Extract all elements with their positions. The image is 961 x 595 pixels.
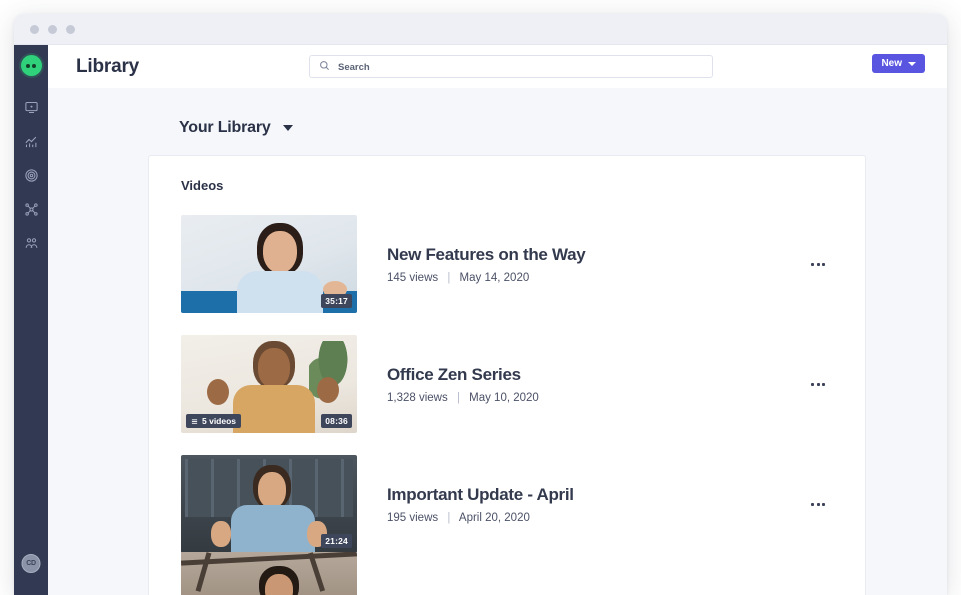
sidebar-item-team[interactable] xyxy=(17,228,45,258)
target-spiral-icon xyxy=(24,168,39,183)
section-title: Videos xyxy=(181,178,865,193)
mascot-eye-left xyxy=(26,64,30,68)
video-views: 195 views xyxy=(387,512,438,524)
screen-record-icon xyxy=(24,100,39,115)
video-list-item[interactable]: 5 videos 08:36 Office Zen Series 1,328 v… xyxy=(149,335,865,433)
search-input[interactable] xyxy=(338,61,703,73)
sidebar-item-analytics[interactable] xyxy=(17,126,45,156)
video-more-options-button[interactable] xyxy=(805,373,831,395)
video-views: 145 views xyxy=(387,272,438,284)
video-thumbnail[interactable] xyxy=(181,552,357,595)
video-subtitle: 195 views | April 20, 2020 xyxy=(387,512,805,524)
main-content: Your Library Videos 35:17 New Features o… xyxy=(48,88,947,595)
account-avatar[interactable]: CD xyxy=(22,554,41,573)
video-date: April 20, 2020 xyxy=(459,512,530,524)
playlist-icon xyxy=(191,418,198,425)
app-header: Library New xyxy=(48,45,947,88)
video-list-item-partial[interactable] xyxy=(181,552,357,595)
chevron-down-icon xyxy=(908,62,916,66)
video-subtitle: 1,328 views | May 10, 2020 xyxy=(387,392,805,404)
video-more-options-button[interactable] xyxy=(805,253,831,275)
search-bar[interactable] xyxy=(309,55,713,78)
sidebar-item-record[interactable] xyxy=(17,92,45,122)
app-window: CD Library New Your Library Videos xyxy=(14,14,947,595)
video-more-options-button[interactable] xyxy=(805,493,831,515)
video-date: May 14, 2020 xyxy=(460,272,530,284)
network-nodes-icon xyxy=(24,202,39,217)
new-button[interactable]: New xyxy=(872,54,925,73)
video-list-item[interactable]: 21:24 Important Update - April 195 views… xyxy=(149,455,865,553)
duration-badge: 21:24 xyxy=(321,534,352,548)
brand-mascot-logo[interactable] xyxy=(21,55,42,76)
maximize-window-dot[interactable] xyxy=(66,25,75,34)
video-thumbnail[interactable]: 21:24 xyxy=(181,455,357,553)
close-window-dot[interactable] xyxy=(30,25,39,34)
search-icon xyxy=(319,58,330,76)
analytics-chart-icon xyxy=(24,134,39,149)
meta-separator: | xyxy=(457,392,460,404)
series-count-badge: 5 videos xyxy=(186,414,241,428)
video-meta: Office Zen Series 1,328 views | May 10, … xyxy=(387,365,805,404)
video-title[interactable]: Important Update - April xyxy=(387,485,805,505)
library-selector[interactable]: Your Library xyxy=(179,119,293,137)
video-date: May 10, 2020 xyxy=(469,392,539,404)
minimize-window-dot[interactable] xyxy=(48,25,57,34)
window-titlebar xyxy=(14,14,947,45)
page-title: Library xyxy=(76,56,139,78)
mascot-eye-right xyxy=(32,64,36,68)
chevron-down-icon xyxy=(283,125,293,131)
video-title[interactable]: New Features on the Way xyxy=(387,245,805,265)
video-list-item[interactable]: 35:17 New Features on the Way 145 views … xyxy=(149,215,865,313)
video-meta: Important Update - April 195 views | Apr… xyxy=(387,485,805,524)
video-thumbnail[interactable]: 35:17 xyxy=(181,215,357,313)
video-subtitle: 145 views | May 14, 2020 xyxy=(387,272,805,284)
new-button-label: New xyxy=(881,58,902,69)
video-title[interactable]: Office Zen Series xyxy=(387,365,805,385)
sidebar-item-integrations[interactable] xyxy=(17,194,45,224)
duration-badge: 08:36 xyxy=(321,414,352,428)
thumbnail-image xyxy=(181,552,357,595)
left-sidebar: CD xyxy=(14,45,48,595)
videos-card: Videos 35:17 New Features on the Way 145… xyxy=(148,155,866,595)
sidebar-item-engage[interactable] xyxy=(17,160,45,190)
library-selector-label: Your Library xyxy=(179,119,271,137)
video-meta: New Features on the Way 145 views | May … xyxy=(387,245,805,284)
series-count-label: 5 videos xyxy=(202,416,236,426)
team-people-icon xyxy=(24,236,39,251)
meta-separator: | xyxy=(447,272,450,284)
duration-badge: 35:17 xyxy=(321,294,352,308)
meta-separator: | xyxy=(447,512,450,524)
video-views: 1,328 views xyxy=(387,392,448,404)
video-thumbnail[interactable]: 5 videos 08:36 xyxy=(181,335,357,433)
